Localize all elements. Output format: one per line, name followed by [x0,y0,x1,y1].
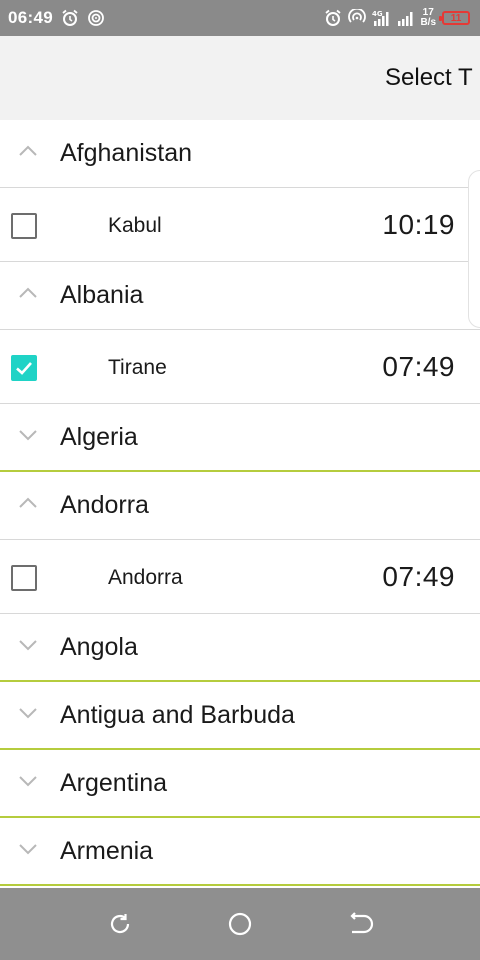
city-checkbox[interactable] [11,213,37,239]
hotspot-icon [348,7,367,27]
country-label: Andorra [60,491,149,519]
city-checkbox[interactable] [11,565,37,591]
country-label: Armenia [60,837,154,865]
city-row[interactable]: Andorra 07:49 [0,540,480,614]
home-icon[interactable] [226,910,254,938]
chevron-down-icon[interactable] [18,774,38,788]
city-time: 07:49 [382,351,455,382]
country-label: Albania [60,281,144,309]
signal-icon [396,9,414,27]
country-row[interactable]: Armenia [0,818,480,886]
country-label: Angola [60,633,138,661]
alarm-icon [324,9,342,27]
status-right: 4G 17 B/s 11 [324,0,470,36]
status-bar: 06:49 4G 17 B/s 11 [0,0,480,36]
chevron-down-icon[interactable] [18,706,38,720]
network-speed: 17 B/s [420,8,436,28]
app-header: Select T [0,36,480,120]
chevron-down-icon[interactable] [18,842,38,856]
country-row[interactable]: Algeria [0,404,480,472]
battery-icon: 11 [439,11,470,25]
country-label: Antigua and Barbuda [60,701,295,729]
city-label: Tirane [108,356,167,379]
country-row[interactable]: Antigua and Barbuda [0,682,480,750]
city-time: 10:19 [382,209,455,240]
network-speed-unit: B/s [420,17,436,28]
country-row[interactable]: Afghanistan [0,120,480,188]
recent-apps-icon[interactable] [106,910,134,938]
page-title: Select T [385,64,473,91]
alarm-icon [61,9,79,27]
battery-level: 11 [450,12,462,24]
city-label: Kabul [108,214,162,237]
country-label: Argentina [60,769,168,797]
country-label: Afghanistan [60,139,193,167]
chevron-down-icon[interactable] [18,428,38,442]
country-row[interactable]: Argentina [0,750,480,818]
status-time: 06:49 [8,8,53,27]
chevron-down-icon[interactable] [18,638,38,652]
city-row[interactable]: Tirane 07:49 [0,330,480,404]
city-time: 07:49 [382,561,455,592]
country-row[interactable]: Angola [0,614,480,682]
chevron-up-icon[interactable] [18,286,38,300]
divider [0,884,480,886]
country-row[interactable]: Albania [0,262,480,330]
timezone-list[interactable]: Afghanistan Kabul 10:19 Albania Tirane 07:49 A… [0,120,480,888]
signal-4g-icon: 4G [372,9,390,27]
chevron-up-icon[interactable] [18,144,38,158]
city-row[interactable]: Kabul 10:19 [0,188,480,262]
navigation-bar [0,888,480,960]
country-row[interactable]: Andorra [0,472,480,540]
checkmark-icon [16,362,32,375]
city-checkbox[interactable] [11,355,37,381]
svg-text:4G: 4G [372,10,383,18]
city-label: Andorra [108,566,183,589]
back-icon[interactable] [346,910,374,938]
hotspot-icon [87,9,105,27]
chevron-up-icon[interactable] [18,496,38,510]
fast-scroll-handle[interactable] [468,170,480,328]
status-left: 06:49 [8,0,105,36]
country-label: Algeria [60,423,138,451]
